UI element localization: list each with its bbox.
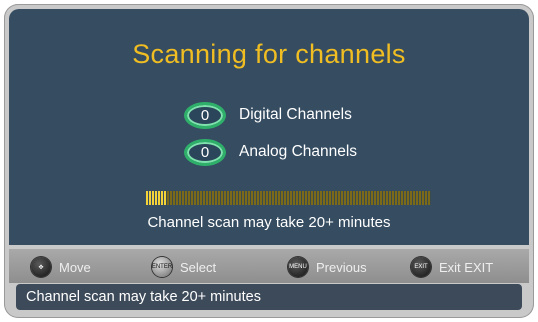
hint-exit: EXIT Exit EXIT: [411, 257, 493, 277]
analog-channels-row: 0 Analog Channels: [184, 137, 357, 167]
hint-previous: MENU Previous: [288, 257, 367, 277]
analog-channels-label: Analog Channels: [239, 143, 358, 160]
analog-count-badge: 0: [184, 138, 226, 166]
digital-channels-label: Digital Channels: [239, 106, 352, 123]
hint-select: ENTER Select: [152, 257, 216, 277]
hint-move-label: Move: [59, 259, 91, 275]
scan-progress-fill: [146, 191, 166, 205]
page-title: Scanning for channels: [132, 39, 406, 69]
hint-move: ✥ Move: [31, 257, 91, 277]
dpad-icon: ✥: [31, 257, 51, 277]
digital-channels-row: 0 Digital Channels: [184, 100, 352, 130]
scan-progress-bar: [146, 191, 431, 205]
status-bar: Channel scan may take 20+ minutes: [16, 284, 522, 310]
enter-button-icon: ENTER: [152, 257, 172, 277]
hint-previous-label: Previous: [316, 259, 367, 275]
scan-panel: Scanning for channels 0 Digital Channels…: [9, 9, 529, 245]
scan-duration-note: Channel scan may take 20+ minutes: [147, 214, 391, 231]
hint-select-label: Select: [180, 259, 217, 275]
digital-count-badge: 0: [184, 101, 226, 129]
hint-exit-label: Exit EXIT: [439, 259, 494, 275]
exit-button-icon: EXIT: [411, 257, 431, 277]
tv-screen: Scanning for channels 0 Digital Channels…: [0, 0, 538, 322]
menu-button-icon: MENU: [288, 257, 308, 277]
remote-hint-bar: ✥ Move ENTER Select MENU Previous EXIT E…: [9, 249, 529, 283]
